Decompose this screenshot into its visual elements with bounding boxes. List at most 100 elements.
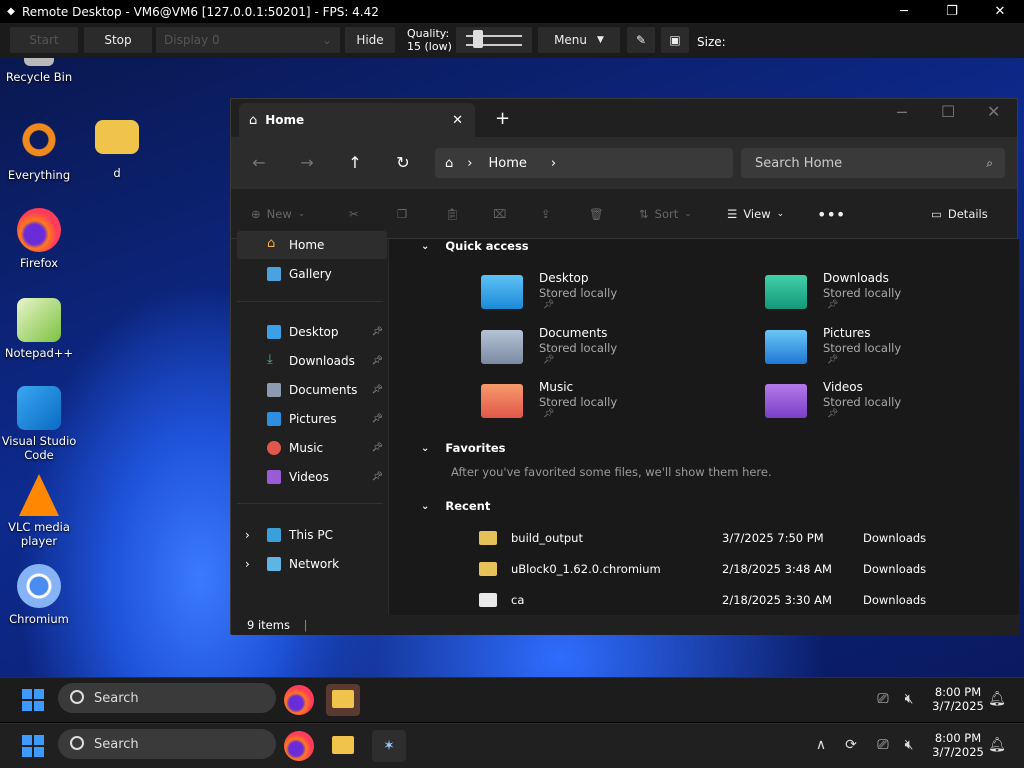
desktop-icon-vscode[interactable]: Visual Studio Code	[0, 386, 78, 462]
sidebar-item-this-pc[interactable]: › This PC	[237, 521, 387, 549]
sort-button-label: Sort	[654, 207, 679, 221]
sync-status-icon[interactable]: ⟳	[842, 736, 860, 754]
sidebar-item-music[interactable]: Music 📌︎	[237, 434, 387, 462]
favorites-header[interactable]: ⌄ Favorites	[421, 441, 506, 455]
desktop-icon-d[interactable]: d	[78, 120, 156, 180]
item-name: Music	[539, 380, 574, 394]
volume-muted-icon[interactable]: 🔇︎	[900, 690, 918, 708]
window-close-icon[interactable]: ✕	[987, 102, 1000, 121]
hide-button[interactable]: Hide	[345, 27, 395, 53]
details-button[interactable]: ▭ Details	[931, 204, 988, 224]
pin-icon[interactable]: 📌︎	[372, 443, 383, 453]
tab-home[interactable]: ⌂ Home ✕	[239, 103, 475, 137]
screenshot-icon[interactable]: ▣	[661, 27, 689, 53]
view-button[interactable]: ☰ View ⌄	[727, 204, 784, 224]
taskbar-search[interactable]: Search	[58, 683, 276, 713]
quick-access-item-desktop[interactable]: Desktop Stored locally 📌︎	[481, 271, 681, 317]
refresh-icon[interactable]: ↻	[391, 151, 415, 175]
quality-slider[interactable]	[456, 27, 532, 53]
expand-chevron-icon[interactable]: ›	[245, 557, 250, 571]
desktop-icon-chromium[interactable]: Chromium	[0, 564, 78, 626]
pin-icon[interactable]: 📌︎	[372, 327, 383, 337]
display-select[interactable]: Display 0 ⌄	[156, 27, 340, 53]
chevron-right-icon[interactable]: ›	[551, 156, 556, 171]
clock[interactable]: 8:00 PM 3/7/2025	[928, 731, 988, 759]
taskbar-firefox-icon[interactable]	[284, 731, 314, 761]
start-windows-icon[interactable]	[22, 689, 44, 711]
back-icon[interactable]: ←	[247, 151, 271, 175]
maximize-icon[interactable]: ❐	[928, 0, 976, 23]
desktop-icon-firefox[interactable]: Firefox	[0, 208, 78, 270]
pin-icon[interactable]: 📌︎	[372, 385, 383, 395]
quick-access-header[interactable]: ⌄ Quick access	[421, 239, 529, 253]
breadcrumb-home[interactable]: Home	[488, 156, 526, 171]
volume-muted-icon[interactable]: 🔇︎	[900, 736, 918, 754]
quick-access-item-music[interactable]: Music Stored locally 📌︎	[481, 380, 681, 426]
network-status-icon[interactable]: ⎚	[874, 690, 892, 708]
close-icon[interactable]: ✕	[976, 0, 1024, 23]
tab-close-icon[interactable]: ✕	[452, 113, 463, 128]
desktop-icon-recycle-bin[interactable]: Recycle Bin	[0, 58, 78, 84]
sidebar-item-pictures[interactable]: Pictures 📌︎	[237, 405, 387, 433]
quick-access-item-downloads[interactable]: Downloads Stored locally 📌︎	[765, 271, 965, 317]
sidebar-item-home[interactable]: ⌂ Home	[237, 231, 387, 259]
expand-chevron-icon[interactable]: ›	[245, 528, 250, 542]
rename-icon[interactable]: ⌧	[493, 204, 506, 224]
share-icon[interactable]: ⇪	[541, 204, 551, 224]
table-row[interactable]: uBlock0_1.62.0.chromium 2/18/2025 3:48 A…	[479, 558, 999, 582]
notification-bell-icon[interactable]: 🔔︎	[988, 690, 1006, 708]
sidebar-item-videos[interactable]: Videos 📌︎	[237, 463, 387, 491]
show-hidden-icons-chevron[interactable]: ∧	[812, 736, 830, 754]
new-tab-icon[interactable]: +	[495, 108, 510, 129]
start-button[interactable]: Start	[10, 27, 78, 53]
sidebar-item-label: Gallery	[289, 267, 332, 281]
menu-button[interactable]: Menu ▼	[538, 27, 620, 53]
desktop-icon-everything[interactable]: Everything	[0, 120, 78, 182]
clipboard-icon[interactable]: ✎	[627, 27, 655, 53]
delete-icon[interactable]: 🗑︎	[589, 204, 604, 224]
stop-button[interactable]: Stop	[84, 27, 152, 53]
taskbar-file-explorer-icon[interactable]	[326, 684, 360, 716]
sidebar-item-gallery[interactable]: Gallery	[237, 260, 387, 288]
quick-access-item-documents[interactable]: Documents Stored locally 📌︎	[481, 326, 681, 372]
minimize-icon[interactable]: ─	[880, 0, 928, 23]
quality-slider-thumb[interactable]	[472, 30, 483, 48]
window-minimize-icon[interactable]: ─	[897, 103, 907, 122]
quick-access-item-videos[interactable]: Videos Stored locally 📌︎	[765, 380, 965, 426]
more-options-icon[interactable]: •••	[817, 204, 845, 224]
sidebar-item-desktop[interactable]: Desktop 📌︎	[237, 318, 387, 346]
sort-button[interactable]: ⇅ Sort ⌄	[639, 204, 692, 224]
search-icon	[70, 736, 84, 750]
copy-icon[interactable]: ❐	[397, 204, 407, 224]
desktop-icon-notepad-plus-plus[interactable]: Notepad++	[0, 298, 78, 360]
taskbar-file-explorer-icon[interactable]	[326, 730, 360, 762]
address-bar[interactable]: ⌂ › Home ›	[435, 148, 733, 178]
search-box[interactable]: Search Home ⌕	[741, 148, 1005, 178]
forward-icon[interactable]: →	[295, 151, 319, 175]
sidebar-item-documents[interactable]: Documents 📌︎	[237, 376, 387, 404]
pin-icon[interactable]: 📌︎	[372, 472, 383, 482]
table-row[interactable]: build_output 3/7/2025 7:50 PM Downloads	[479, 527, 999, 551]
quick-access-item-pictures[interactable]: Pictures Stored locally 📌︎	[765, 326, 965, 372]
clock[interactable]: 8:00 PM 3/7/2025	[928, 685, 988, 713]
window-maximize-icon[interactable]: ☐	[941, 102, 955, 121]
new-button[interactable]: ⊕ New ⌄	[251, 204, 305, 224]
paste-icon[interactable]: 📋︎	[445, 204, 460, 224]
desktop-icon-vlc[interactable]: VLC media player	[0, 474, 78, 548]
cut-icon[interactable]: ✂	[349, 204, 359, 224]
pin-icon[interactable]: 📌︎	[372, 356, 383, 366]
table-row[interactable]: ca 2/18/2025 3:30 AM Downloads	[479, 589, 999, 613]
sidebar-item-downloads[interactable]: ⤓ Downloads 📌︎	[237, 347, 387, 375]
taskbar-firefox-icon[interactable]	[284, 685, 314, 715]
pin-icon[interactable]: 📌︎	[372, 414, 383, 424]
up-icon[interactable]: ↑	[343, 151, 367, 175]
recent-header[interactable]: ⌄ Recent	[421, 499, 490, 513]
item-name: Pictures	[823, 326, 871, 340]
taskbar-search[interactable]: Search	[58, 729, 276, 759]
quality-label: Quality: 15 (low)	[407, 27, 452, 53]
sidebar-item-network[interactable]: › Network	[237, 550, 387, 578]
notification-bell-icon[interactable]: 🔔︎	[988, 736, 1006, 754]
taskbar-remote-desktop-icon[interactable]: ✶	[372, 730, 406, 762]
network-status-icon[interactable]: ⎚	[874, 736, 892, 754]
start-windows-icon[interactable]	[22, 735, 44, 757]
